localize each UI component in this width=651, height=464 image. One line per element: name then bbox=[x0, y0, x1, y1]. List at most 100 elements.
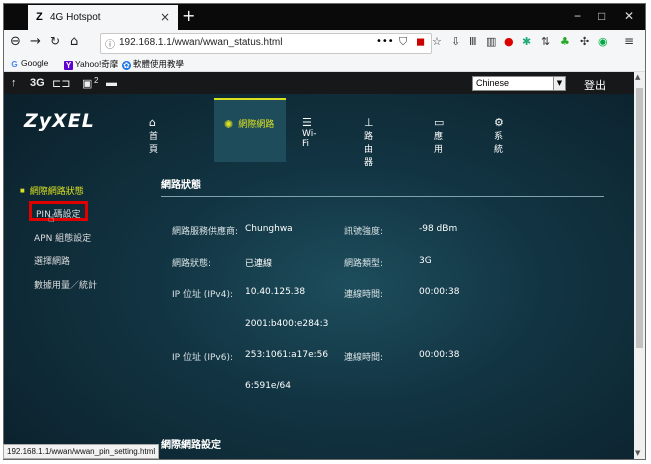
ipv6-label: IP 位址 (IPv6): bbox=[172, 353, 233, 363]
section-title-lan: 網際網路設定 bbox=[161, 440, 221, 451]
home-icon: ⌂ bbox=[149, 116, 156, 129]
net-status-label: 網路狀態: bbox=[172, 259, 212, 269]
router-icon: ⊥ bbox=[364, 116, 374, 129]
sidebar-icon[interactable]: ▥ bbox=[486, 35, 496, 48]
menu-apps[interactable]: ▭ 應用 bbox=[434, 116, 449, 160]
navigation-bar: ⊖ → ↻ ⌂ ⓘ 192.168.1.1/wwan/wwan_status.h… bbox=[4, 30, 645, 57]
sidebar-item-select-network[interactable]: 選擇網路 bbox=[34, 254, 70, 267]
download-icon[interactable]: ⇩ bbox=[451, 35, 460, 48]
menu-label: 應用 bbox=[434, 132, 444, 155]
globe-icon: ✺ bbox=[224, 118, 234, 131]
tab-title: 4G Hotspot bbox=[50, 12, 101, 23]
network-type: 3G bbox=[30, 77, 45, 89]
ipv6-time-value: 00:00:38 bbox=[419, 350, 460, 360]
logout-link[interactable]: 登出 bbox=[584, 77, 606, 93]
bookmark-label: Yahoo!奇摩 bbox=[75, 59, 119, 69]
menu-label: Wi-Fi bbox=[302, 129, 317, 149]
chevron-down-icon[interactable]: ▼ bbox=[553, 77, 565, 90]
menu-router[interactable]: ⊥ 路由器 bbox=[364, 116, 379, 168]
divider bbox=[161, 196, 604, 197]
close-window-button[interactable]: ✕ bbox=[624, 9, 634, 23]
bookmark-label: Google bbox=[21, 58, 49, 68]
reload-icon[interactable]: ↻ bbox=[50, 34, 60, 48]
ipv6-suffix-value: 6:591e/64 bbox=[245, 381, 291, 391]
yahoo-icon: Y bbox=[64, 61, 73, 70]
pocket-icon[interactable]: ⛉ bbox=[399, 35, 407, 49]
adblock-icon[interactable]: ● bbox=[504, 35, 514, 48]
sms-count: 2 bbox=[94, 76, 99, 85]
device-status-bar: ↑ 3G ⊏⊐ ▣ 2 ▬ Chinese ▼ 登出 bbox=[4, 72, 634, 94]
forward-icon[interactable]: → bbox=[30, 34, 41, 49]
minimize-button[interactable]: − bbox=[574, 9, 581, 23]
bookmark-star-icon[interactable]: ☆ bbox=[432, 35, 442, 48]
ipv4-time-value: 00:00:38 bbox=[419, 287, 460, 297]
maximize-button[interactable]: □ bbox=[598, 9, 605, 23]
extension-circle-icon[interactable]: ◉ bbox=[598, 35, 608, 48]
ipv4-label: IP 位址 (IPv4): bbox=[172, 290, 233, 300]
page-scrollbar[interactable]: ▲ ▼ bbox=[634, 72, 645, 459]
provider-value: Chunghwa bbox=[245, 224, 293, 234]
url-text[interactable]: 192.168.1.1/wwan/wwan_status.html bbox=[119, 37, 282, 48]
net-type-value: 3G bbox=[419, 256, 432, 266]
signal-value: -98 dBm bbox=[419, 224, 458, 234]
hand-cursor-icon: ☝ bbox=[48, 212, 55, 225]
ipv4-time-label: 連線時間: bbox=[344, 290, 384, 300]
browser-window: Z 4G Hotspot × + − □ ✕ ⊖ → ↻ ⌂ ⓘ 192.168… bbox=[3, 3, 646, 460]
extension-arrows-icon[interactable]: ⇅ bbox=[541, 35, 550, 48]
scrollbar-thumb[interactable] bbox=[636, 88, 643, 348]
gears-icon: ⚙ bbox=[494, 116, 504, 129]
section-title-network-status: 網路狀態 bbox=[161, 180, 201, 191]
signal-label: 訊號強度: bbox=[344, 227, 384, 237]
bookmark-yahoo[interactable]: Y Yahoo!奇摩 bbox=[64, 58, 118, 70]
router-page: ↑ 3G ⊏⊐ ▣ 2 ▬ Chinese ▼ 登出 ZyXEL ⌂ 首頁 ✺ 網際… bbox=[4, 72, 634, 459]
monitor-icon: ▭ bbox=[434, 116, 445, 129]
menu-hamburger-icon[interactable]: ≡ bbox=[624, 34, 634, 48]
menu-home[interactable]: ⌂ 首頁 bbox=[149, 116, 161, 160]
sidebar-item-data-usage[interactable]: 數據用量／統計 bbox=[34, 278, 97, 291]
google-icon: G bbox=[11, 60, 18, 69]
scroll-up-icon[interactable]: ▲ bbox=[635, 73, 640, 81]
menu-label: 網際網路 bbox=[238, 120, 275, 130]
extension-tree-icon[interactable]: ♣ bbox=[560, 35, 570, 48]
menu-label: 路由器 bbox=[364, 132, 374, 168]
net-type-label: 網路類型: bbox=[344, 259, 384, 269]
ipv6-gateway-value: 2001:b400:e284:3 bbox=[245, 319, 329, 329]
battery-icon: ▬ bbox=[106, 77, 117, 89]
bookmarks-bar: G Google Y Yahoo!奇摩 ✿ 軟體使用教學 bbox=[4, 56, 645, 72]
sidebar-item-apn[interactable]: APN 組態設定 bbox=[34, 231, 91, 244]
language-value: Chinese bbox=[476, 78, 510, 88]
connection-icon: ⊏⊐ bbox=[52, 78, 71, 90]
extension-red-icon[interactable]: ◼ bbox=[416, 35, 425, 48]
ipv4-value: 10.40.125.38 bbox=[245, 287, 306, 297]
ipv6-value: 253:1061:a17e:56 bbox=[245, 350, 329, 360]
menu-wifi[interactable]: ☰Wi-Fi bbox=[302, 116, 317, 160]
menu-internet[interactable]: ✺ 網際網路 bbox=[214, 98, 286, 162]
info-icon[interactable]: ⓘ bbox=[105, 36, 115, 51]
new-tab-button[interactable]: + bbox=[182, 6, 195, 25]
browser-tab[interactable]: Z 4G Hotspot × bbox=[28, 5, 178, 30]
extension-dots-icon[interactable]: ✣ bbox=[580, 35, 589, 48]
menu-label: 首頁 bbox=[149, 132, 159, 155]
page-actions-menu[interactable]: ••• bbox=[376, 36, 394, 47]
link-status-url: 192.168.1.1/wwan/wwan_pin_setting.html bbox=[3, 444, 160, 459]
sidebar-item-pin-setting[interactable]: PIN 碼設定 bbox=[36, 207, 81, 220]
bookmark-label: 軟體使用教學 bbox=[133, 59, 185, 69]
back-icon[interactable]: ⊖ bbox=[10, 34, 21, 49]
bookmark-software[interactable]: ✿ 軟體使用教學 bbox=[122, 58, 184, 70]
ipv6-time-label: 連線時間: bbox=[344, 353, 384, 363]
provider-label: 網路服務供應商: bbox=[172, 227, 239, 237]
globe-icon: ✿ bbox=[122, 61, 131, 70]
language-select[interactable]: Chinese ▼ bbox=[472, 76, 566, 91]
extension-green-icon[interactable]: ✱ bbox=[522, 35, 531, 48]
scroll-down-icon[interactable]: ▼ bbox=[635, 449, 640, 457]
sms-icon[interactable]: ▣ bbox=[82, 77, 92, 90]
home-icon[interactable]: ⌂ bbox=[70, 34, 78, 49]
library-icon[interactable]: Ⅲ bbox=[469, 35, 477, 48]
zyxel-logo: ZyXEL bbox=[24, 110, 95, 132]
sidebar-item-internet-status[interactable]: 網際網路狀態 bbox=[20, 184, 84, 197]
zyxel-favicon: Z bbox=[36, 11, 43, 23]
net-status-value: 已連線 bbox=[245, 259, 273, 269]
tab-close-icon[interactable]: × bbox=[160, 10, 170, 24]
bookmark-google[interactable]: G Google bbox=[10, 58, 48, 69]
menu-system[interactable]: ⚙ 系統 bbox=[494, 116, 509, 160]
